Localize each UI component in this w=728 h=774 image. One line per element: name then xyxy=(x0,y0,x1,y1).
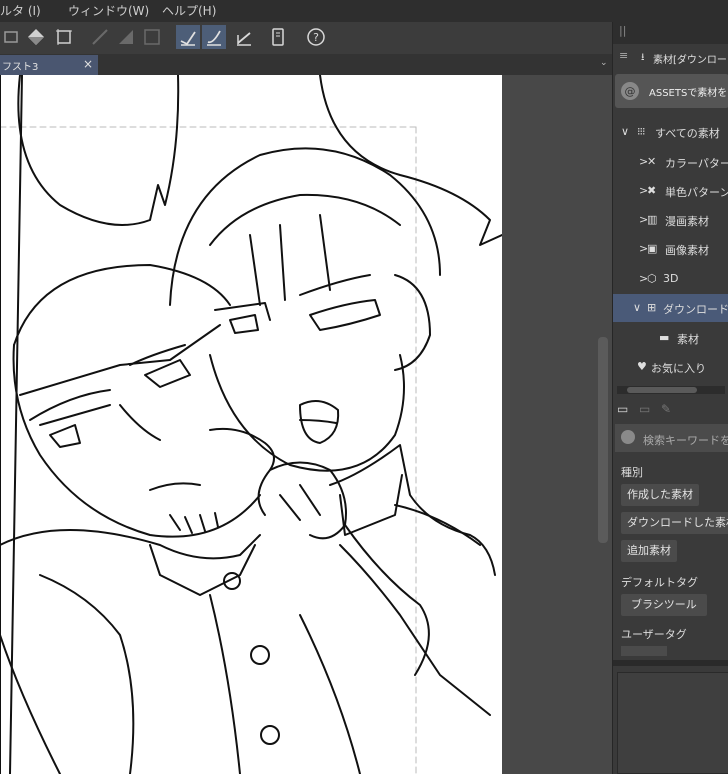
close-icon[interactable]: × xyxy=(83,57,93,71)
brush-icon[interactable] xyxy=(202,25,226,49)
document-tab-bar: フスト3 × ⌄ xyxy=(0,54,612,75)
download-icon: ⊞ xyxy=(647,301,657,314)
download-arrow-icon: ⭳ xyxy=(641,52,645,63)
tree-item-label: 素材 xyxy=(677,333,699,346)
menu-window[interactable]: ウィンドウ(W) xyxy=(68,2,149,19)
panel-header-title: 素材[ダウンロード xyxy=(653,55,728,66)
folder-icon: ▬ xyxy=(659,331,670,344)
tree-arrow-icon[interactable]: ∨ xyxy=(621,125,629,138)
panel-menu-icon[interactable]: ≡ xyxy=(619,49,628,62)
tree-item-download[interactable]: ∨ ⊞ ダウンロード xyxy=(613,294,728,322)
frame-icon[interactable] xyxy=(140,25,164,49)
tree-arrow-icon[interactable]: ∨ xyxy=(633,301,641,314)
crop-icon[interactable] xyxy=(52,25,76,49)
pen-icon[interactable] xyxy=(88,25,112,49)
panel-top-strip: || xyxy=(613,22,728,44)
chip-brush-tool[interactable]: ブラシツール xyxy=(621,594,707,616)
tree-item-mono-pattern[interactable]: > ✖ 単色パターン xyxy=(613,177,728,205)
fill-icon[interactable] xyxy=(24,25,48,49)
tab-dropdown-icon[interactable]: ⌄ xyxy=(600,58,608,68)
ruler-icon[interactable] xyxy=(114,25,138,49)
chip-added-material[interactable]: 追加素材 xyxy=(621,540,677,562)
tree-item-label: 画像素材 xyxy=(665,244,709,257)
canvas-area[interactable] xyxy=(0,75,612,774)
command-bar: ? xyxy=(0,22,612,55)
document-tab-title: フスト3 xyxy=(2,62,39,73)
tree-item-label: ダウンロード xyxy=(663,303,728,316)
tree-item-label: 3D xyxy=(663,272,679,285)
tree-item-label: 単色パターン xyxy=(665,186,728,199)
manga-material-icon: ▥ xyxy=(647,213,658,226)
assets-button-label: ASSETSで素材を xyxy=(649,88,728,99)
user-tag-label: ユーザータグ xyxy=(621,628,687,641)
default-tag-label: デフォルトタグ xyxy=(621,576,698,589)
edit-folder-icon[interactable]: ✎ xyxy=(661,402,671,416)
tree-item-label: お気に入り xyxy=(651,362,706,375)
mono-pattern-icon: ✖ xyxy=(647,184,657,197)
new-folder-icon[interactable]: ▭ xyxy=(617,402,628,416)
tree-item-material[interactable]: ▬ 素材 xyxy=(613,324,728,352)
kind-label: 種別 xyxy=(621,466,643,479)
color-pattern-icon: ✕ xyxy=(647,155,657,168)
tree-hscroll-thumb[interactable] xyxy=(627,387,697,393)
tree-item-manga-material[interactable]: > ▥ 漫画素材 xyxy=(613,206,728,234)
tree-item-label: 漫画素材 xyxy=(665,215,709,228)
cube-icon: ⬡ xyxy=(647,272,657,285)
panel-grip-icon[interactable]: || xyxy=(619,24,626,37)
material-panel: || ≡ ⭳ 素材[ダウンロード @ ASSETSで素材を ∨ ⁝⁝⁝ すべての… xyxy=(612,22,728,774)
menu-filter[interactable]: ルタ (I) xyxy=(0,2,41,19)
document-tab[interactable]: フスト3 × xyxy=(0,55,98,75)
search-icon xyxy=(621,430,635,444)
tree-item-image-material[interactable]: > ▣ 画像素材 xyxy=(613,235,728,263)
tree-item-favorites[interactable]: ♥ お気に入り xyxy=(613,353,728,381)
search-field[interactable]: 検索キーワードを xyxy=(615,424,728,452)
image-material-icon: ▣ xyxy=(647,242,658,255)
panel-divider[interactable] xyxy=(613,660,728,666)
menu-bar: ルタ (I) ウィンドウ(W) ヘルプ(H) xyxy=(0,0,728,22)
pen-tool-icon[interactable] xyxy=(232,25,256,49)
chip-downloaded-material[interactable]: ダウンロードした素材 xyxy=(621,512,728,534)
search-placeholder: 検索キーワードを xyxy=(643,434,728,447)
user-tag-chip[interactable] xyxy=(621,646,667,656)
canvas-paper[interactable] xyxy=(0,75,503,774)
tree-item-label: カラーパターン xyxy=(665,157,728,170)
heart-icon: ♥ xyxy=(637,360,647,373)
tree-hscrollbar[interactable] xyxy=(617,386,725,394)
help-icon[interactable]: ? xyxy=(304,25,328,49)
svg-text:?: ? xyxy=(313,31,319,44)
tree-item-label: すべての素材 xyxy=(655,127,720,140)
assets-button[interactable]: @ ASSETSで素材を xyxy=(615,74,728,108)
material-list-area[interactable] xyxy=(617,672,728,774)
tree-item-3d[interactable]: > ⬡ 3D xyxy=(613,265,728,293)
layer-icon[interactable] xyxy=(0,25,24,49)
duplicate-folder-icon[interactable]: ▭ xyxy=(639,402,650,416)
menu-help[interactable]: ヘルプ(H) xyxy=(162,2,216,19)
panel-header: ≡ ⭳ 素材[ダウンロード xyxy=(613,46,728,68)
tree-item-color-pattern[interactable]: > ✕ カラーパターン xyxy=(613,148,728,176)
memo-icon[interactable] xyxy=(266,25,290,49)
tree-item-all-materials[interactable]: ∨ ⁝⁝⁝ すべての素材 xyxy=(613,118,728,146)
grid-icon: ⁝⁝⁝ xyxy=(637,125,645,138)
assets-logo-icon: @ xyxy=(621,82,639,100)
manga-artwork xyxy=(0,75,503,774)
canvas-scrollbar[interactable] xyxy=(598,337,608,543)
chip-created-material[interactable]: 作成した素材 xyxy=(621,484,699,506)
stabilizer-icon[interactable] xyxy=(176,25,200,49)
folder-actions: ▭ ▭ ✎ xyxy=(613,400,728,422)
